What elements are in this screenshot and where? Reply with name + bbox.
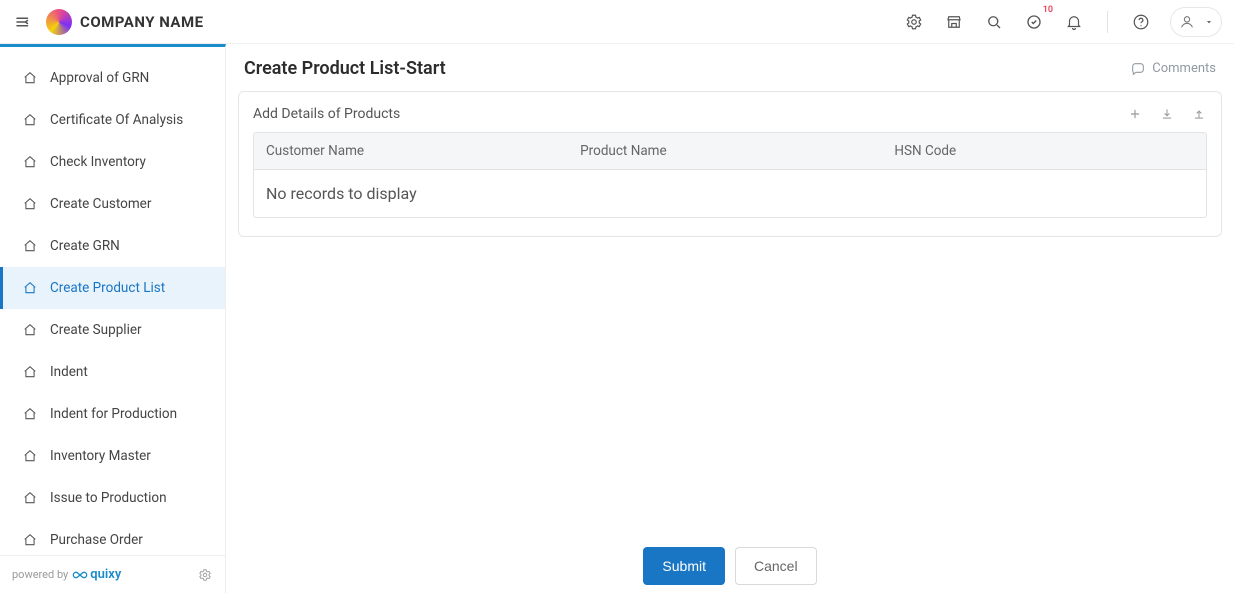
topbar-divider: [1107, 11, 1108, 33]
menu-toggle[interactable]: [12, 11, 34, 33]
sidebar-item-purchase-order[interactable]: Purchase Order: [0, 519, 225, 555]
sidebar-item-label: Create GRN: [50, 238, 120, 254]
home-icon: [22, 238, 38, 254]
home-icon: [22, 406, 38, 422]
home-icon: [22, 112, 38, 128]
sidebar-item-issue-to-production[interactable]: Issue to Production: [0, 477, 225, 519]
powered-by-prefix: powered by: [12, 568, 68, 581]
sidebar-item-label: Create Supplier: [50, 322, 142, 338]
sidebar-item-label: Create Customer: [50, 196, 151, 212]
table-empty-message: No records to display: [254, 170, 1206, 217]
table-header-row: Customer Name Product Name HSN Code: [254, 133, 1206, 170]
powered-by-name: quixy: [90, 567, 121, 582]
comments-button[interactable]: Comments: [1130, 61, 1216, 77]
sidebar-item-inventory-master[interactable]: Inventory Master: [0, 435, 225, 477]
sidebar-settings-icon[interactable]: [197, 567, 213, 583]
table-header-product-name: Product Name: [568, 133, 882, 169]
sidebar-item-label: Inventory Master: [50, 448, 151, 464]
section-header: Add Details of Products: [253, 106, 1207, 122]
content-card: Add Details of Products Customer Name Pr…: [238, 91, 1222, 237]
help-icon[interactable]: [1130, 11, 1152, 33]
home-icon: [22, 196, 38, 212]
home-icon: [22, 280, 38, 296]
comments-label: Comments: [1152, 61, 1216, 76]
search-icon[interactable]: [983, 11, 1005, 33]
sidebar-item-certificate-of-analysis[interactable]: Certificate Of Analysis: [0, 99, 225, 141]
sidebar-item-check-inventory[interactable]: Check Inventory: [0, 141, 225, 183]
user-icon: [1177, 12, 1197, 32]
powered-by-brand[interactable]: quixy: [72, 567, 121, 583]
add-row-icon[interactable]: [1127, 106, 1143, 122]
infinity-icon: [72, 567, 88, 583]
download-icon[interactable]: [1159, 106, 1175, 122]
tasks-icon[interactable]: 10: [1023, 11, 1045, 33]
home-icon: [22, 322, 38, 338]
home-icon: [22, 154, 38, 170]
topbar-icons: 10: [903, 7, 1222, 37]
sidebar-item-label: Approval of GRN: [50, 70, 149, 86]
footer-actions: Submit Cancel: [226, 547, 1234, 585]
user-menu[interactable]: [1170, 7, 1222, 37]
sidebar-item-approval-of-grn[interactable]: Approval of GRN: [0, 57, 225, 99]
sidebar-item-label: Certificate Of Analysis: [50, 112, 183, 128]
sidebar-item-label: Indent for Production: [50, 406, 177, 422]
brand-logo: [46, 9, 72, 35]
home-icon: [22, 532, 38, 548]
main: Create Product List-Start Comments Add D…: [226, 44, 1234, 593]
sidebar-nav: Approval of GRN Certificate Of Analysis …: [0, 47, 225, 555]
store-icon[interactable]: [943, 11, 965, 33]
home-icon: [22, 490, 38, 506]
bell-icon[interactable]: [1063, 11, 1085, 33]
page-header: Create Product List-Start Comments: [226, 44, 1234, 91]
sidebar-item-indent-for-production[interactable]: Indent for Production: [0, 393, 225, 435]
sidebar-item-create-supplier[interactable]: Create Supplier: [0, 309, 225, 351]
table-header-customer-name: Customer Name: [254, 133, 568, 169]
table-header-hsn-code: HSN Code: [882, 133, 1206, 169]
home-icon: [22, 448, 38, 464]
section-actions: [1127, 106, 1207, 122]
brand[interactable]: COMPANY NAME: [46, 9, 204, 35]
sidebar-footer: powered by quixy: [0, 555, 225, 593]
tasks-badge: 10: [1043, 5, 1053, 15]
home-icon: [22, 70, 38, 86]
topbar: COMPANY NAME 10: [0, 0, 1234, 44]
page-title: Create Product List-Start: [244, 58, 446, 79]
brand-name: COMPANY NAME: [80, 13, 204, 31]
sidebar-item-label: Check Inventory: [50, 154, 146, 170]
comments-icon: [1130, 61, 1146, 77]
cancel-button[interactable]: Cancel: [735, 547, 817, 585]
upload-icon[interactable]: [1191, 106, 1207, 122]
home-icon: [22, 364, 38, 380]
sidebar: Approval of GRN Certificate Of Analysis …: [0, 44, 226, 593]
submit-button[interactable]: Submit: [643, 547, 725, 585]
sidebar-item-label: Create Product List: [50, 280, 165, 296]
chevron-down-icon: [1203, 17, 1215, 27]
sidebar-item-label: Indent: [50, 364, 88, 380]
sidebar-item-create-customer[interactable]: Create Customer: [0, 183, 225, 225]
sidebar-item-label: Issue to Production: [50, 490, 167, 506]
settings-icon[interactable]: [903, 11, 925, 33]
sidebar-item-create-product-list[interactable]: Create Product List: [0, 267, 225, 309]
sidebar-item-indent[interactable]: Indent: [0, 351, 225, 393]
sidebar-item-label: Purchase Order: [50, 532, 143, 548]
products-table: Customer Name Product Name HSN Code No r…: [253, 132, 1207, 218]
sidebar-item-create-grn[interactable]: Create GRN: [0, 225, 225, 267]
section-title: Add Details of Products: [253, 106, 400, 122]
